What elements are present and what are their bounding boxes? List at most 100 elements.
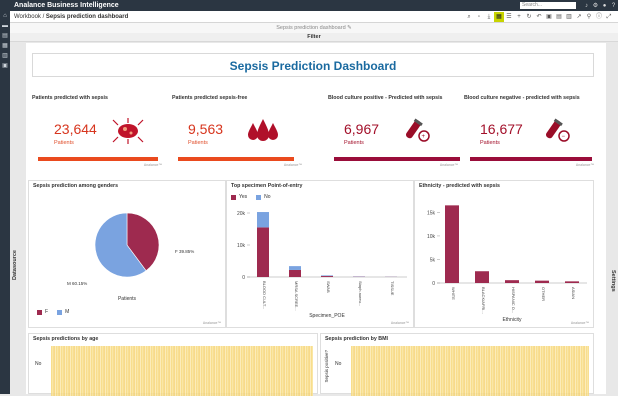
bmi-y-label: Sepsis positive?: [324, 350, 329, 383]
test-tube-icon: +: [402, 117, 432, 143]
bmi-heatmap: [351, 346, 589, 396]
y-tick-label: 0: [242, 275, 245, 281]
copy-icon[interactable]: ▣: [544, 12, 554, 22]
folder-icon[interactable]: ▬: [0, 21, 10, 31]
bar: [475, 271, 489, 283]
undo-icon[interactable]: ↶: [534, 12, 544, 22]
bacteria-icon: [110, 117, 146, 145]
specimen-bar-chart: 0 10k 20k BLOOD CULT... MRSA SCREE... SWAB Sta…: [227, 199, 415, 327]
list-view-icon[interactable]: ☰: [504, 12, 514, 22]
grid-view-icon[interactable]: ▦: [494, 12, 504, 22]
workbook-toolbar: Workbook / Sepsis prediction dashboard ⌕…: [10, 11, 618, 23]
dashboard-name[interactable]: Sepsis prediction dashboard: [276, 25, 345, 31]
specimen-panel: Top specimen Point-of-entry Yes No 010k2…: [226, 180, 414, 328]
help-icon[interactable]: ?: [609, 3, 618, 9]
filter-label[interactable]: Filter: [307, 34, 320, 40]
search-input[interactable]: Search...: [520, 2, 576, 9]
settings-icon[interactable]: ⚙: [591, 2, 600, 9]
bar-yes: [257, 227, 269, 277]
user-icon[interactable]: ●: [600, 3, 609, 9]
pie-label-f: F 39.85%: [175, 249, 194, 254]
kpi-title: Patients predicted sepsis-free: [172, 95, 302, 101]
pin-icon[interactable]: ⚲: [584, 12, 594, 22]
fullscreen-icon[interactable]: ⤢: [604, 12, 614, 22]
database-icon[interactable]: ▦: [0, 41, 10, 51]
age-heatmap: [51, 346, 313, 396]
y-tick-label: 5k: [430, 257, 436, 263]
home-icon[interactable]: ⌂: [0, 11, 10, 21]
datasource-tab[interactable]: Datasource: [12, 250, 18, 280]
info-icon[interactable]: ⓘ: [594, 12, 604, 22]
kpi-value: 23,644: [54, 121, 97, 137]
y-tick-label: 15k: [427, 210, 436, 216]
document-icon[interactable]: ▤: [0, 31, 10, 41]
kpi-value: 6,967: [344, 121, 379, 137]
kpi-label: Patients: [188, 140, 208, 146]
app-brand: Analance Business Intelligence: [14, 2, 119, 9]
dashboard-canvas: Sepsis Prediction Dashboard Patients pre…: [26, 43, 606, 394]
grid-icon[interactable]: ▣: [0, 61, 10, 71]
report-icon[interactable]: ▥: [0, 51, 10, 61]
edit-icon[interactable]: ✎: [347, 25, 352, 31]
x-tick-label: MRSA SCREE...: [294, 281, 299, 311]
panel-title: Sepsis predictions by age: [29, 334, 317, 344]
legend-label-m: M: [65, 309, 69, 315]
panel-title: Top specimen Point-of-entry: [227, 181, 413, 191]
pie-x-label: Patients: [118, 296, 137, 302]
age-y-tick: No: [35, 361, 41, 367]
breadcrumb-current: Sepsis prediction dashboard: [46, 14, 128, 20]
dashboard-title: Sepsis Prediction Dashboard: [32, 53, 594, 77]
test-tube-icon: −: [542, 117, 572, 143]
search-icon[interactable]: ⌕: [464, 12, 474, 22]
x-tick-label: Staph aureu...: [358, 281, 363, 306]
left-rail: ⌂ ▬ ▤ ▦ ▥ ▣: [0, 11, 10, 394]
y-tick-label: 10k: [237, 243, 246, 249]
panel-title: Sepsis prediction by BMI: [321, 334, 593, 344]
bell-icon[interactable]: ♪: [582, 3, 591, 9]
settings-tab[interactable]: Settings: [610, 270, 616, 292]
y-tick-label: 20k: [237, 211, 246, 217]
share-icon[interactable]: ↗: [574, 12, 584, 22]
save-icon[interactable]: ▫: [474, 12, 484, 22]
panel-title: Ethnicity - predicted with sepsis: [415, 181, 593, 191]
blood-drops-icon: [246, 117, 280, 143]
add-icon[interactable]: +: [514, 12, 524, 22]
delete-icon[interactable]: ▥: [564, 12, 574, 22]
kpi-culture-positive: Blood culture positive - Predicted with …: [328, 95, 458, 170]
top-bar: Analance Business Intelligence Search...…: [0, 0, 618, 11]
kpi-value: 9,563: [188, 121, 223, 137]
analyzer-tag: Analance™: [571, 321, 589, 325]
bar-no: [321, 275, 333, 276]
x-tick-label: SWAB: [326, 281, 331, 293]
bar-yes: [321, 276, 333, 277]
bar: [535, 281, 549, 283]
x-tick-label: OTHER: [541, 287, 546, 301]
kpi-title: Blood culture positive - Predicted with …: [328, 95, 458, 101]
bmi-panel: Sepsis prediction by BMI Sepsis positive…: [320, 333, 594, 394]
ethnicity-panel: Ethnicity - predicted with sepsis 05k10k…: [414, 180, 594, 328]
panel-title: Sepsis prediction among genders: [29, 181, 225, 191]
kpi-title: Patients predicted with sepsis: [32, 95, 162, 101]
kpi-bar: [38, 157, 158, 161]
kpi-bar: [178, 157, 294, 161]
kpi-bar: [470, 157, 592, 161]
bar-no: [289, 266, 301, 270]
analyzer-tag: Analance™: [576, 163, 594, 167]
x-axis-label: Specimen_POE: [309, 313, 345, 319]
bmi-y-tick: No: [335, 361, 341, 367]
analyzer-tag: Analance™: [284, 163, 302, 167]
x-tick-label: BLACK/AFRI...: [481, 287, 486, 314]
svg-text:+: +: [422, 134, 426, 140]
analyzer-tag: Analance™: [203, 321, 221, 325]
x-axis-label: Ethnicity: [503, 317, 522, 323]
analyzer-tag: Analance™: [440, 163, 458, 167]
paste-icon[interactable]: ▤: [554, 12, 564, 22]
breadcrumb-root[interactable]: Workbook: [14, 14, 41, 20]
kpi-sepsis-free: Patients predicted sepsis-free 9,563 Pat…: [172, 95, 302, 170]
x-tick-label: ASIAN: [571, 287, 576, 299]
refresh-icon[interactable]: ↻: [524, 12, 534, 22]
dashboard-name-bar: Sepsis prediction dashboard ✎: [10, 23, 618, 33]
filter-bar[interactable]: Filter: [10, 33, 618, 42]
export-icon[interactable]: ⤓: [484, 12, 494, 22]
x-tick-label: BLOOD CULT...: [262, 281, 267, 309]
